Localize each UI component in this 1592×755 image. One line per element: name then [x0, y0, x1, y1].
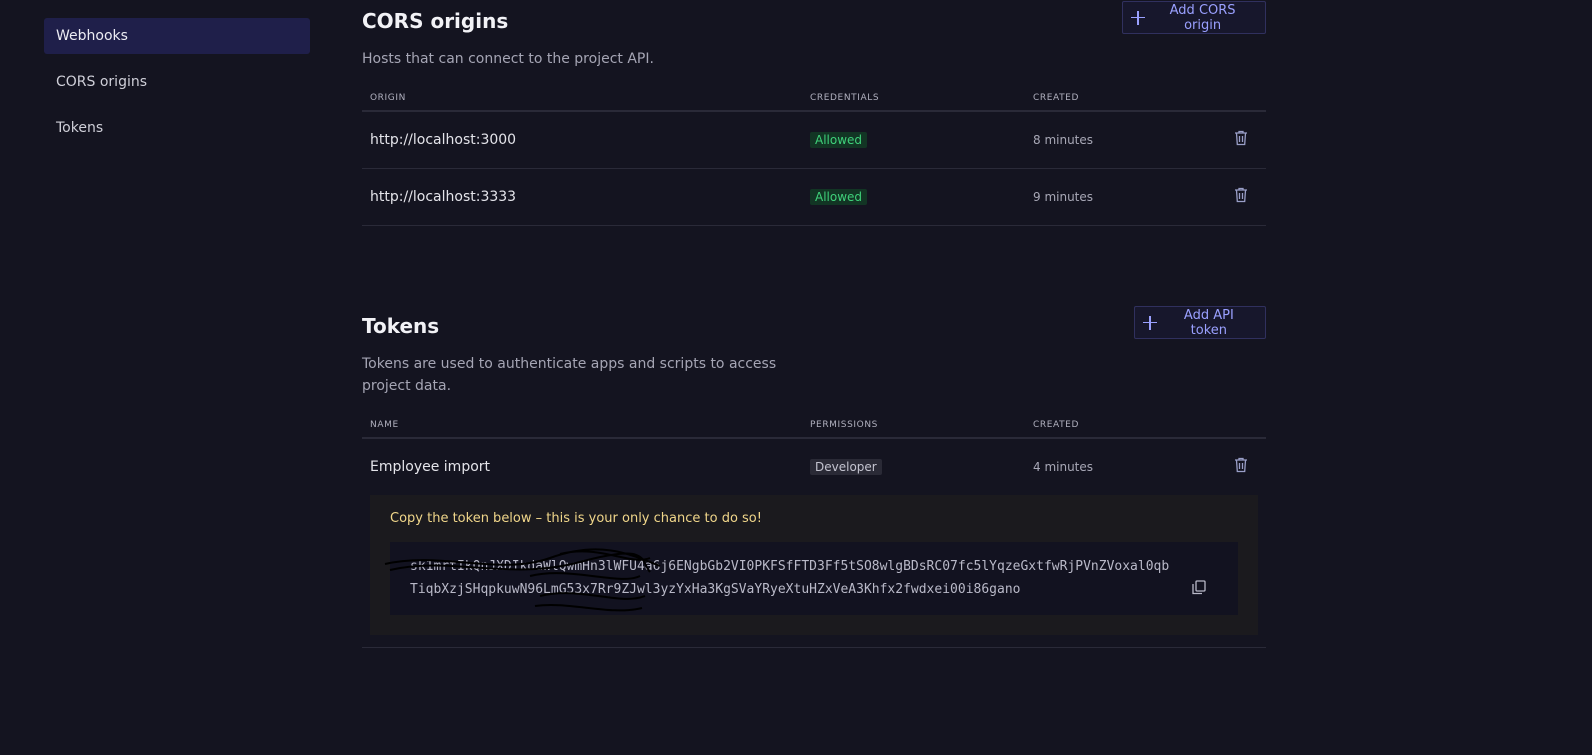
status-badge: Allowed [810, 131, 868, 148]
cors-section: CORS origins Add CORS origin Hosts that … [362, 1, 1266, 226]
tokens-table-header: NAME PERMISSIONS CREATED [362, 412, 1266, 439]
permissions-cell: Developer [810, 438, 1033, 495]
tokens-title: Tokens [362, 314, 440, 338]
column-header-actions [1213, 85, 1266, 112]
cors-table-header: ORIGIN CREDENTIALS CREATED [362, 85, 1266, 112]
tokens-description: Tokens are used to authenticate apps and… [362, 356, 777, 394]
column-header-credentials: CREDENTIALS [810, 85, 1033, 112]
cors-table: ORIGIN CREDENTIALS CREATED http://localh… [362, 85, 1266, 226]
column-header-name: NAME [362, 412, 810, 439]
column-header-permissions: PERMISSIONS [810, 412, 1033, 439]
column-header-created: CREATED [1033, 85, 1213, 112]
column-header-actions [1213, 412, 1266, 439]
cors-title: CORS origins [362, 9, 509, 33]
table-row: http://localhost:3000 Allowed 8 minutes [362, 111, 1266, 169]
credentials-cell: Allowed [810, 168, 1033, 226]
actions-cell [1213, 111, 1266, 169]
table-row: Employee import Developer 4 minutes [362, 438, 1266, 495]
add-cors-origin-button[interactable]: Add CORS origin [1122, 1, 1266, 34]
trash-icon[interactable] [1234, 187, 1248, 203]
origin-cell: http://localhost:3333 [362, 168, 810, 226]
plus-icon [1143, 315, 1157, 330]
tokens-header: Tokens Add API token [362, 306, 1266, 357]
token-warning: Copy the token below – this is your only… [390, 511, 762, 526]
sidebar-item-cors-origins[interactable]: CORS origins [44, 64, 310, 100]
token-name-cell: Employee import [370, 459, 491, 475]
sidebar-item-tokens[interactable]: Tokens [44, 110, 310, 146]
actions-cell [1213, 168, 1266, 226]
token-reveal-row: Copy the token below – this is your only… [362, 495, 1266, 648]
actions-cell [1213, 438, 1266, 495]
sidebar-item-webhooks[interactable]: Webhooks [44, 18, 310, 54]
copy-icon[interactable] [1192, 580, 1206, 604]
settings-sidebar: Webhooks CORS origins Tokens [44, 18, 310, 156]
tokens-section: Tokens Add API token Tokens are used to … [362, 306, 1266, 648]
status-badge: Allowed [810, 188, 868, 205]
column-header-origin: ORIGIN [362, 85, 810, 112]
add-cors-origin-label: Add CORS origin [1169, 2, 1236, 33]
created-cell: 8 minutes [1033, 111, 1213, 169]
plus-icon [1131, 10, 1146, 25]
created-cell: 9 minutes [1033, 168, 1213, 226]
token-reveal-cell: Copy the token below – this is your only… [362, 495, 1266, 648]
token-value[interactable]: sk1mrtIkQnJXDIkdaWlQwmHn3lWFU4a6j6ENgbGb… [410, 556, 1170, 601]
trash-icon[interactable] [1234, 130, 1248, 146]
add-api-token-label: Add API token [1183, 307, 1234, 338]
created-cell: 4 minutes [1033, 460, 1094, 474]
cors-header: CORS origins Add CORS origin [362, 1, 1266, 52]
credentials-cell: Allowed [810, 111, 1033, 169]
add-api-token-button[interactable]: Add API token [1134, 306, 1266, 339]
tokens-table: NAME PERMISSIONS CREATED Employee import… [362, 412, 1266, 648]
token-value-box: sk1mrtIkQnJXDIkdaWlQwmHn3lWFU4a6j6ENgbGb… [384, 542, 1238, 615]
column-header-created: CREATED [1033, 412, 1213, 439]
origin-cell: http://localhost:3000 [362, 111, 810, 169]
permission-badge: Developer [810, 459, 882, 475]
trash-icon[interactable] [1234, 457, 1248, 473]
table-row: http://localhost:3333 Allowed 9 minutes [362, 168, 1266, 226]
new-token-panel: Copy the token below – this is your only… [370, 495, 1258, 635]
